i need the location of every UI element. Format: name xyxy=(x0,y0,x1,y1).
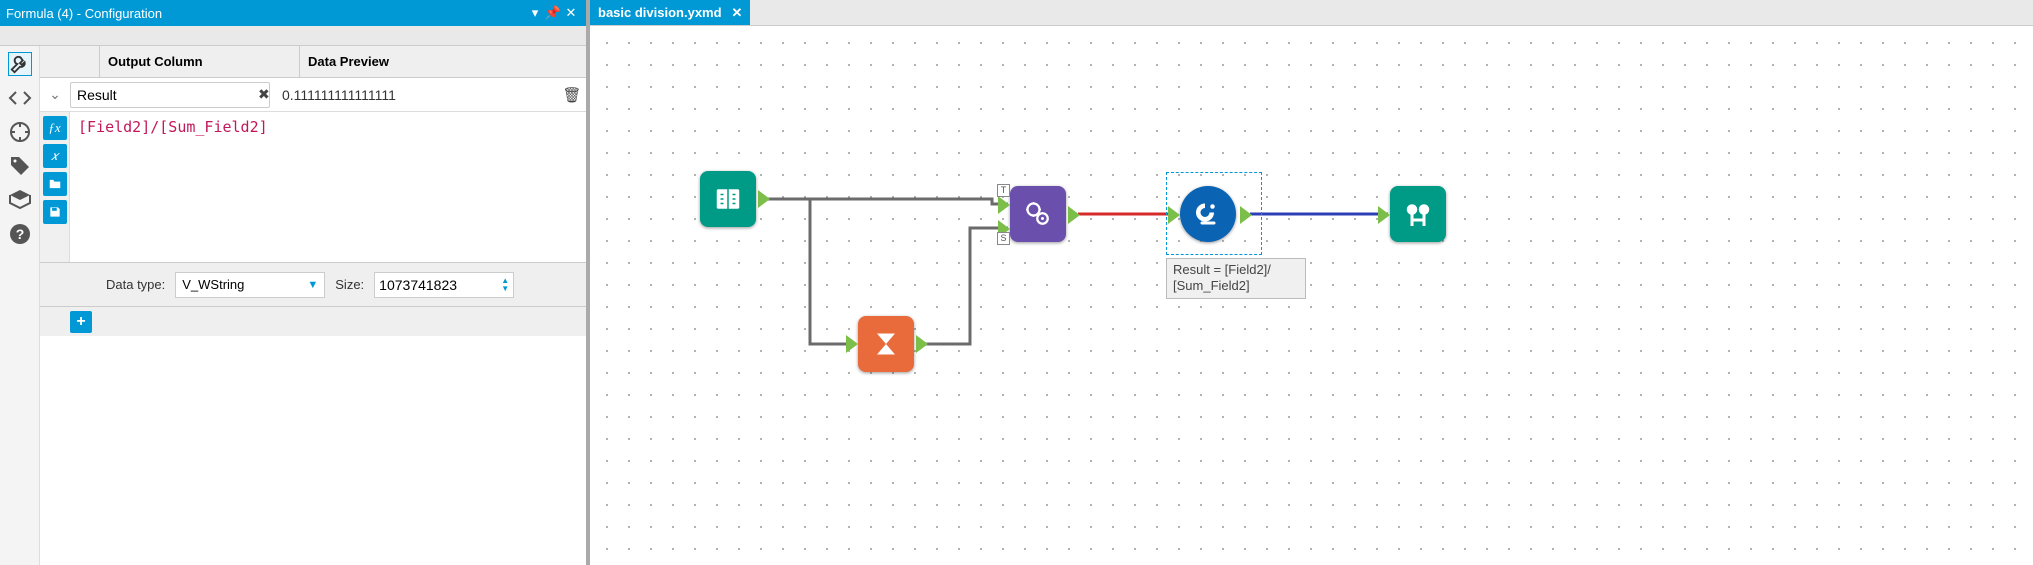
tag-icon[interactable] xyxy=(8,154,32,178)
preview-value: 0.111111111111111 xyxy=(278,87,558,103)
anchor-in[interactable] xyxy=(846,335,858,353)
browse-tool[interactable] xyxy=(1390,186,1446,242)
anchor-in[interactable] xyxy=(1378,206,1390,224)
pin-icon[interactable]: 📌 xyxy=(544,5,562,21)
anchor-out[interactable] xyxy=(916,335,928,353)
anchor-in-target[interactable] xyxy=(998,196,1010,214)
anchor-out[interactable] xyxy=(1068,206,1080,224)
configuration-panel: Formula (4) - Configuration ▾ 📌 ✕ ? xyxy=(0,0,590,565)
dropdown-icon[interactable]: ▾ xyxy=(526,5,544,21)
collapse-icon[interactable]: ⌄ xyxy=(40,86,70,103)
expression-area: ƒx 𝑥 [Field2]/[Sum_Field2] xyxy=(40,112,586,262)
datatype-value: V_WString xyxy=(182,277,244,292)
append-tool[interactable] xyxy=(1010,186,1066,242)
formula-column: Output Column Data Preview ⌄ ✖ 0.1111111… xyxy=(40,46,586,565)
folder-icon[interactable] xyxy=(43,172,67,196)
size-label: Size: xyxy=(335,277,364,292)
box-icon[interactable] xyxy=(8,188,32,212)
tab-bar: basic division.yxmd ✕ xyxy=(590,0,2033,26)
datatype-row: Data type: V_WString ▼ Size: ▲ ▼ xyxy=(40,262,586,306)
chevron-down-icon: ▼ xyxy=(307,279,318,291)
connection-wires xyxy=(590,26,2033,565)
wrench-icon[interactable] xyxy=(8,52,32,76)
panel-title-bar: Formula (4) - Configuration ▾ 📌 ✕ xyxy=(0,0,586,26)
expression-text: [Field2]/[Sum_Field2] xyxy=(78,118,268,136)
datatype-label: Data type: xyxy=(106,277,165,292)
column-headers: Output Column Data Preview xyxy=(40,46,586,78)
formula-annotation: Result = [Field2]/ [Sum_Field2] xyxy=(1166,258,1306,299)
output-row: ⌄ ✖ 0.111111111111111 🗑 xyxy=(40,78,586,112)
expression-toolbar: ƒx 𝑥 xyxy=(40,112,70,262)
target-icon[interactable] xyxy=(8,120,32,144)
panel-separator xyxy=(0,26,586,46)
expression-editor[interactable]: [Field2]/[Sum_Field2] xyxy=(70,112,586,262)
code-icon[interactable] xyxy=(8,86,32,110)
add-expression-row: + xyxy=(40,306,586,336)
tab-workflow[interactable]: basic division.yxmd ✕ xyxy=(590,0,750,25)
size-down-icon[interactable]: ▼ xyxy=(501,285,509,293)
summarize-tool[interactable] xyxy=(858,316,914,372)
output-column-input[interactable]: ✖ xyxy=(70,82,270,108)
size-field[interactable] xyxy=(379,277,479,293)
help-icon[interactable]: ? xyxy=(8,222,32,246)
anchor-label-t: T xyxy=(997,184,1010,197)
text-input-tool[interactable] xyxy=(700,171,756,227)
size-input[interactable]: ▲ ▼ xyxy=(374,272,514,298)
datatype-select[interactable]: V_WString ▼ xyxy=(175,272,325,298)
workflow-panel: basic division.yxmd ✕ xyxy=(590,0,2033,565)
panel-title: Formula (4) - Configuration xyxy=(6,6,526,21)
fx-icon[interactable]: ƒx xyxy=(43,116,67,140)
x-var-icon[interactable]: 𝑥 xyxy=(43,144,67,168)
header-output: Output Column xyxy=(100,46,300,77)
tab-label: basic division.yxmd xyxy=(598,5,722,20)
anchor-out[interactable] xyxy=(758,190,770,208)
close-panel-icon[interactable]: ✕ xyxy=(562,5,580,21)
output-column-field[interactable] xyxy=(71,87,258,103)
tab-close-icon[interactable]: ✕ xyxy=(732,5,743,21)
delete-icon[interactable]: 🗑 xyxy=(558,86,586,104)
anchor-label-s: S xyxy=(997,232,1010,245)
add-expression-button[interactable]: + xyxy=(70,311,92,333)
save-icon[interactable] xyxy=(43,200,67,224)
annotation-line2: [Sum_Field2] xyxy=(1173,278,1299,294)
workflow-canvas[interactable]: T S Result = [Field2]/ [Sum_Field2] xyxy=(590,26,2033,565)
formula-tool[interactable] xyxy=(1180,186,1236,242)
vertical-toolbar: ? xyxy=(0,46,40,565)
clear-icon[interactable]: ✖ xyxy=(258,86,270,103)
annotation-line1: Result = [Field2]/ xyxy=(1173,262,1299,278)
header-preview: Data Preview xyxy=(300,46,586,77)
svg-text:?: ? xyxy=(15,226,24,242)
